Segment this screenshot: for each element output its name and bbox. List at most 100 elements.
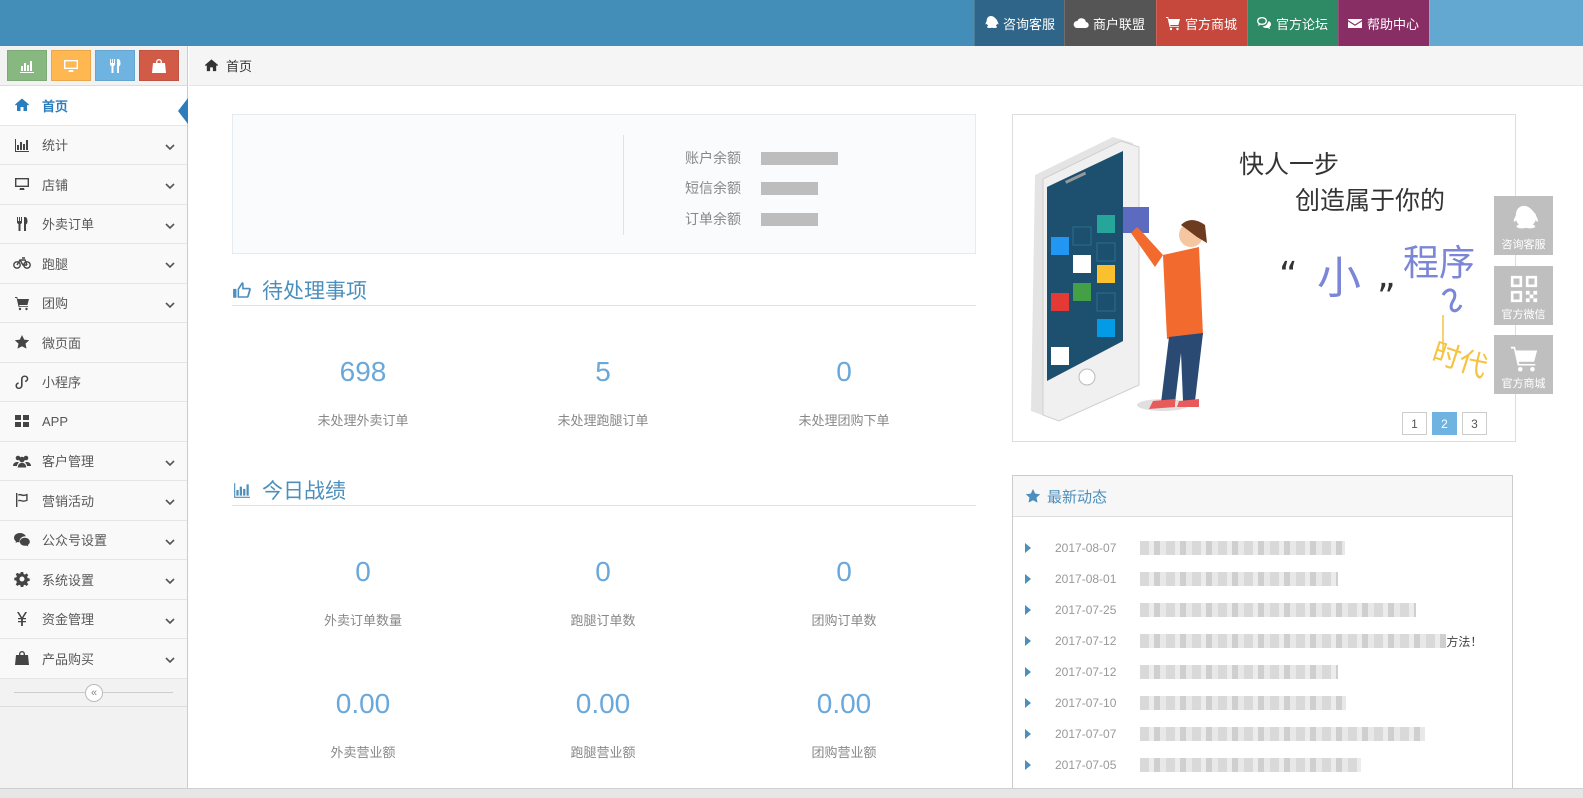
miniprogram-icon <box>12 373 32 391</box>
users-icon <box>12 452 32 470</box>
sidebar-item-label: 产品购买 <box>42 651 95 667</box>
topnav-merchant-alliance[interactable]: 商户联盟 <box>1064 0 1156 46</box>
account-divider <box>623 135 624 235</box>
sidebar-item-label: 外卖订单 <box>42 217 95 233</box>
sidebar-item-errand[interactable]: 跑腿 <box>0 244 187 284</box>
sidebar-item-home[interactable]: 首页 <box>0 86 188 126</box>
bicycle-icon <box>12 254 32 272</box>
cart-icon <box>1166 17 1180 31</box>
chevron-down-icon <box>165 495 175 506</box>
stat-value: 698 <box>339 356 387 387</box>
news-item[interactable]: 2017-07-07 <box>1025 725 1426 743</box>
sms-balance-row: 短信余额 <box>685 178 818 198</box>
sidebar-item-label: 团购 <box>42 296 69 312</box>
float-label: 咨询客服 <box>1501 239 1546 251</box>
order-balance-value-redacted <box>761 212 818 226</box>
sidebar-collapse-bar: « <box>0 679 187 707</box>
news-title-redacted <box>1140 696 1347 710</box>
stat-pending-group-buy[interactable]: 0 未处理团购下单 <box>724 356 964 429</box>
stat-label: 未处理跑腿订单 <box>557 413 649 428</box>
stat-pending-takeout[interactable]: 698 未处理外卖订单 <box>243 356 483 429</box>
news-date: 2017-08-07 <box>1055 541 1117 555</box>
caret-right-icon <box>1025 636 1031 646</box>
sidebar-item-system-settings[interactable]: 系统设置 <box>0 560 187 600</box>
sidebar-item-label: 统计 <box>42 138 69 154</box>
sidebar-item-customer-management[interactable]: 客户管理 <box>0 441 187 481</box>
shortcut-statistics[interactable] <box>7 50 47 81</box>
news-item[interactable]: 2017-08-01 <box>1025 570 1339 588</box>
topnav-official-forum[interactable]: 官方论坛 <box>1247 0 1338 46</box>
stat-value: 0 <box>836 556 852 587</box>
banner-page-2[interactable]: 2 <box>1432 412 1457 435</box>
topnav-customer-service[interactable]: 咨询客服 <box>974 0 1064 46</box>
sidebar-item-marketing[interactable]: 营销活动 <box>0 481 187 521</box>
banner-program-text: 程序 <box>1403 243 1475 284</box>
sidebar-item-micro-page[interactable]: 微页面 <box>0 323 187 363</box>
shortcut-takeout[interactable] <box>95 50 135 81</box>
stat-pending-errand[interactable]: 5 未处理跑腿订单 <box>483 356 723 429</box>
sidebar-item-official-account[interactable]: 公众号设置 <box>0 520 187 560</box>
sidebar-item-label: 小程序 <box>42 375 82 391</box>
chevron-down-icon <box>165 535 175 545</box>
stat-label: 团购营业额 <box>811 745 877 760</box>
sidebar-item-label: 跑腿 <box>42 256 69 272</box>
caret-right-icon <box>1025 729 1031 739</box>
promo-banner[interactable]: 快人一步 创造属于你的 “ 小 ” 程序 时代 1 2 3 <box>1012 114 1516 442</box>
news-date: 2017-07-12 <box>1055 665 1117 679</box>
sidebar-item-store[interactable]: 店铺 <box>0 165 187 205</box>
sidebar-item-app[interactable]: APP <box>0 402 187 442</box>
order-balance-label: 订单余额 <box>685 211 741 227</box>
shortcut-purchase[interactable] <box>139 50 179 81</box>
chevron-down-icon <box>165 140 175 150</box>
shopping-bag-icon <box>12 649 32 667</box>
sidebar-item-fund-management[interactable]: 资金管理 <box>0 599 187 639</box>
topnav-label: 帮助中心 <box>1367 16 1420 32</box>
sidebar-item-takeout-orders[interactable]: 外卖订单 <box>0 204 187 244</box>
today-section-title: 今日战绩 <box>262 479 346 503</box>
shortcut-store[interactable] <box>51 50 91 81</box>
news-item[interactable]: 2017-07-25 <box>1025 601 1417 619</box>
float-official-wechat[interactable]: 官方微信 <box>1494 266 1553 325</box>
stat-value: 0 <box>355 556 371 587</box>
banner-page-1[interactable]: 1 <box>1402 412 1427 435</box>
stat-label: 跑腿营业额 <box>570 745 636 760</box>
news-title-redacted <box>1140 727 1426 741</box>
caret-right-icon <box>1025 667 1031 677</box>
sidebar-item-group-buy[interactable]: 团购 <box>0 283 187 323</box>
float-official-store[interactable]: 官方商城 <box>1494 335 1553 394</box>
news-item[interactable]: 2017-07-05 <box>1025 756 1362 774</box>
news-title-redacted <box>1140 634 1447 648</box>
order-balance-row: 订单余额 <box>685 209 818 229</box>
banner-small-char: 小 <box>1317 253 1361 304</box>
news-item[interactable]: 2017-07-12 <box>1025 663 1339 681</box>
float-customer-service[interactable]: 咨询客服 <box>1494 196 1553 255</box>
banner-quote-open: “ <box>1279 255 1298 296</box>
topnav-label: 咨询客服 <box>1003 16 1056 32</box>
sidebar-collapse-button[interactable]: « <box>85 683 103 702</box>
breadcrumb-home-link[interactable]: 首页 <box>226 56 252 75</box>
news-item[interactable]: 2017-07-10 <box>1025 694 1347 712</box>
news-date: 2017-07-10 <box>1055 696 1117 710</box>
caret-right-icon <box>1025 574 1031 584</box>
pending-section-title: 待处理事项 <box>262 279 367 303</box>
caret-right-icon <box>1025 543 1031 553</box>
news-header: 最新动态 <box>1013 476 1512 517</box>
news-title-redacted <box>1140 758 1362 772</box>
banner-page-3[interactable]: 3 <box>1462 412 1487 435</box>
topnav-official-store[interactable]: 官方商城 <box>1156 0 1247 46</box>
sidebar-item-mini-program[interactable]: 小程序 <box>0 362 187 402</box>
qrcode-icon <box>1510 275 1537 303</box>
news-item[interactable]: 2017-08-07 <box>1025 539 1346 557</box>
sidebar-item-label: 店铺 <box>42 177 69 193</box>
sms-balance-value-redacted <box>761 181 818 195</box>
topnav-help-center[interactable]: 帮助中心 <box>1338 0 1429 46</box>
sidebar-item-label: 资金管理 <box>42 612 95 628</box>
sidebar-item-statistics[interactable]: 统计 <box>0 125 187 165</box>
sidebar-item-product-purchase[interactable]: 产品购买 <box>0 639 187 679</box>
home-icon <box>204 59 219 72</box>
topnav-user-area[interactable] <box>1429 0 1583 46</box>
cutlery-icon <box>12 215 32 233</box>
stat-group-buy-order-count: 0 团购订单数 <box>724 556 964 629</box>
sidebar-item-label: 系统设置 <box>42 572 95 588</box>
news-item[interactable]: 2017-07-12 方法！ <box>1025 632 1482 650</box>
